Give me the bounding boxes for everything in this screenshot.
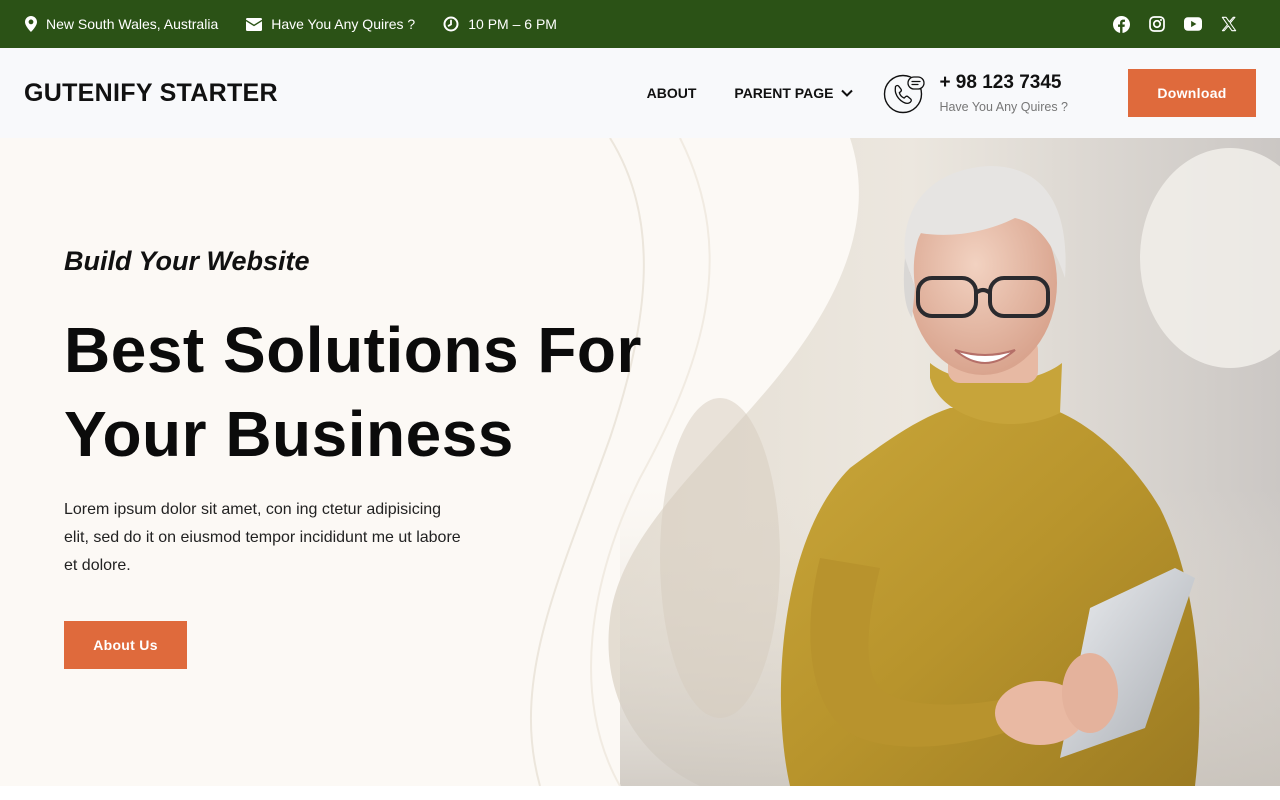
email-info[interactable]: Have You Any Quires ? [246, 16, 415, 32]
nav-item-parent-page[interactable]: PARENT PAGE [734, 85, 854, 101]
site-header: GUTENIFY STARTER ABOUT PARENT PAGE + 98 … [0, 48, 1280, 138]
nav-item-parent-page-label: PARENT PAGE [734, 85, 834, 101]
download-button[interactable]: Download [1128, 69, 1256, 117]
x-twitter-icon[interactable] [1219, 14, 1239, 34]
chevron-down-icon [841, 89, 854, 97]
map-pin-icon [25, 16, 37, 32]
hours-text: 10 PM – 6 PM [468, 16, 557, 32]
instagram-icon[interactable] [1147, 14, 1167, 34]
hero-title: Best Solutions For Your Business [64, 314, 642, 470]
email-text: Have You Any Quires ? [271, 16, 416, 32]
clock-icon [443, 16, 459, 32]
phone-chat-icon [884, 74, 926, 114]
location-text: New South Wales, Australia [46, 16, 219, 32]
top-bar: New South Wales, Australia Have You Any … [0, 0, 1280, 48]
youtube-icon[interactable] [1183, 14, 1203, 34]
hero-description: Lorem ipsum dolor sit amet, con ing ctet… [64, 501, 461, 574]
envelope-icon [246, 17, 263, 31]
social-links [1111, 14, 1255, 34]
contact-text: + 98 123 7345 Have You Any Quires ? [939, 72, 1068, 114]
facebook-icon[interactable] [1111, 14, 1131, 34]
hours-info: 10 PM – 6 PM [443, 16, 557, 32]
nav-item-about[interactable]: ABOUT [647, 85, 697, 101]
hero-eyebrow: Build Your Website [64, 246, 310, 276]
phone-number[interactable]: + 98 123 7345 [939, 72, 1068, 94]
main-nav: ABOUT PARENT PAGE [609, 85, 854, 101]
section-divider [0, 786, 1280, 800]
phone-subtext: Have You Any Quires ? [939, 100, 1068, 114]
nav-item-about-label: ABOUT [646, 85, 697, 101]
header-contact: + 98 123 7345 Have You Any Quires ? [883, 72, 1068, 114]
hero-section: Build Your Website Best Solutions For Yo… [0, 138, 1280, 786]
location-info: New South Wales, Australia [25, 16, 218, 32]
about-us-button[interactable]: About Us [64, 621, 187, 669]
site-logo[interactable]: GUTENIFY STARTER [24, 79, 278, 108]
